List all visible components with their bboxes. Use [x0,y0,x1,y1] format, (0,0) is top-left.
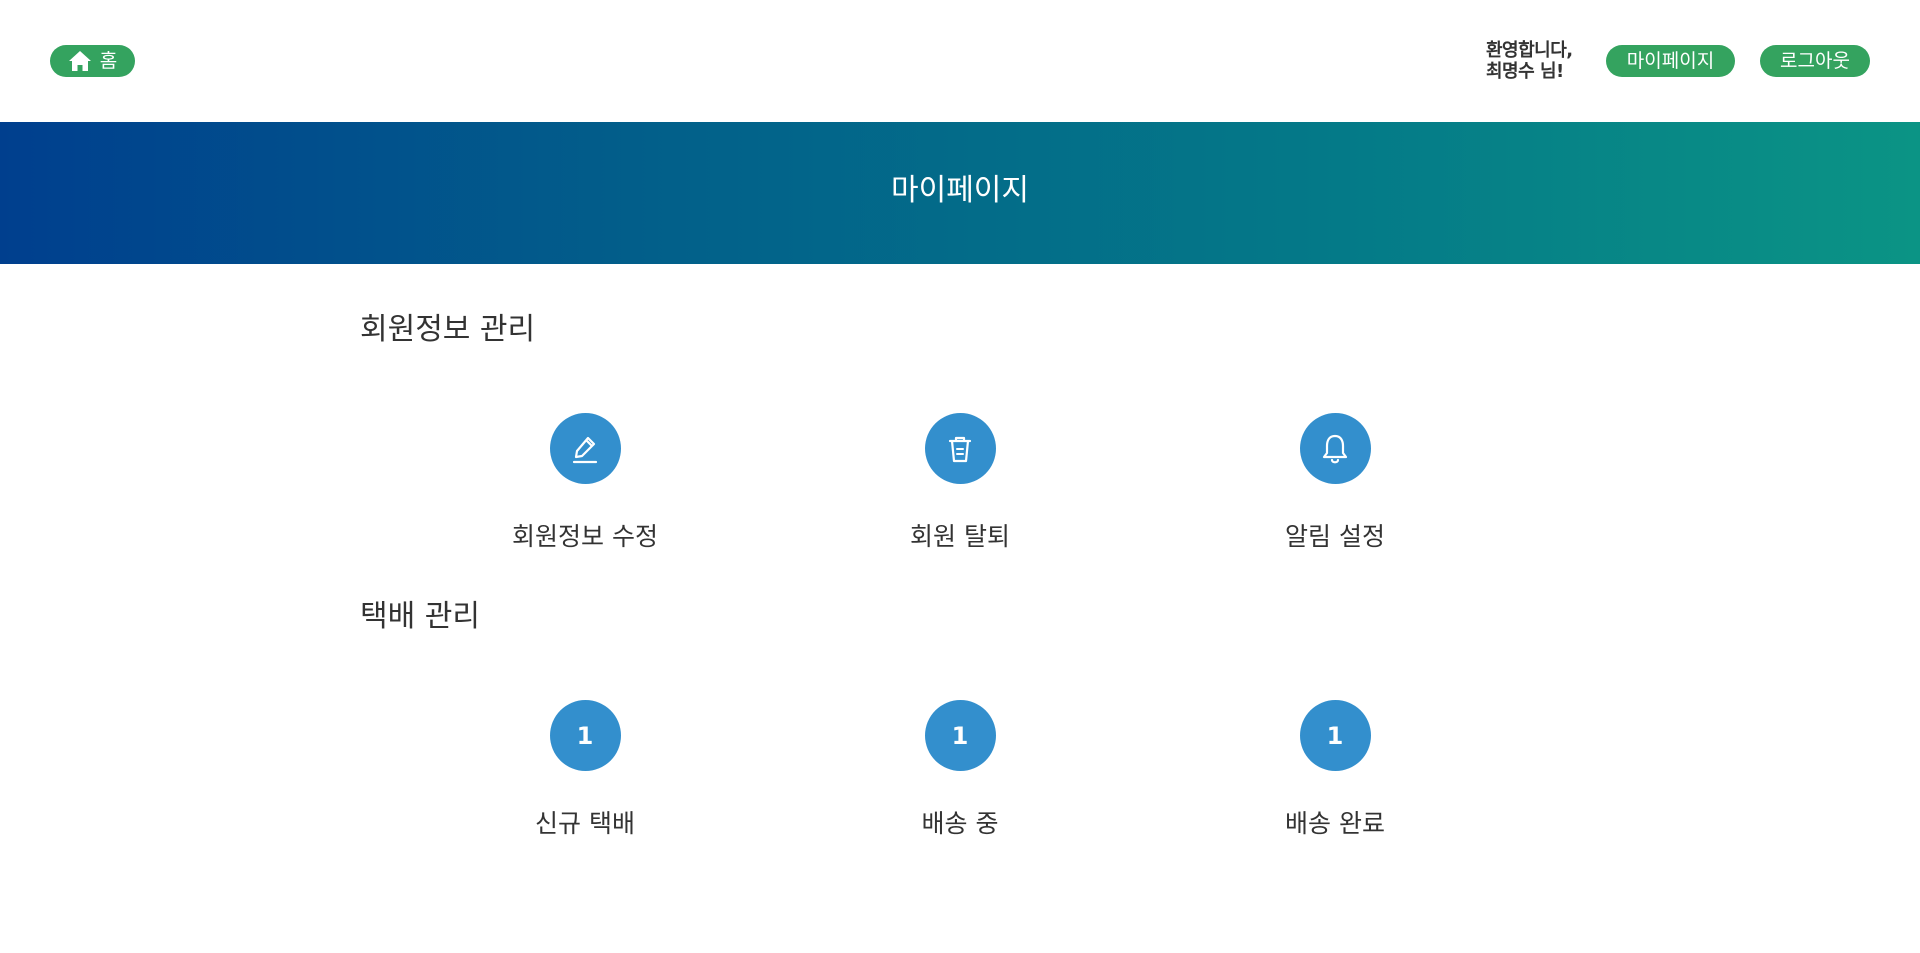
in-transit-count: 1 [924,700,996,771]
page-title: 마이페이지 [891,173,1029,208]
new-delivery-count: 1 [549,700,621,771]
home-icon [68,50,92,72]
welcome-line-1: 환영합니다, [1486,40,1573,61]
notification-settings-label: 알림 설정 [1285,522,1385,551]
delivered-label: 배송 완료 [1285,809,1385,838]
new-delivery-label: 신규 택배 [535,809,635,838]
delivery-section-title: 택배 관리 [360,599,480,634]
mypage-button[interactable]: 마이페이지 [1606,45,1735,77]
new-delivery-item[interactable]: 1 신규 택배 [465,700,705,839]
welcome-line-2: 최명수 님! [1486,61,1564,82]
delivered-count: 1 [1299,700,1371,771]
pencil-icon [549,413,621,484]
notification-settings-item[interactable]: 알림 설정 [1215,413,1455,552]
page-banner: 마이페이지 [0,122,1920,264]
member-section-title: 회원정보 관리 [360,312,536,347]
logout-button[interactable]: 로그아웃 [1760,45,1870,77]
home-label: 홈 [99,50,118,72]
edit-profile-label: 회원정보 수정 [512,522,658,551]
delivered-item[interactable]: 1 배송 완료 [1215,700,1455,839]
withdraw-label: 회원 탈퇴 [910,522,1010,551]
bell-icon [1299,413,1371,484]
trash-icon [924,413,996,484]
welcome-message: 환영합니다, 최명수 님! [1486,40,1596,82]
edit-profile-item[interactable]: 회원정보 수정 [465,413,705,552]
in-transit-label: 배송 중 [921,809,999,838]
withdraw-item[interactable]: 회원 탈퇴 [840,413,1080,552]
in-transit-item[interactable]: 1 배송 중 [840,700,1080,839]
home-button[interactable]: 홈 [50,45,135,77]
top-bar: 홈 환영합니다, 최명수 님! 마이페이지 로그아웃 [0,0,1920,122]
